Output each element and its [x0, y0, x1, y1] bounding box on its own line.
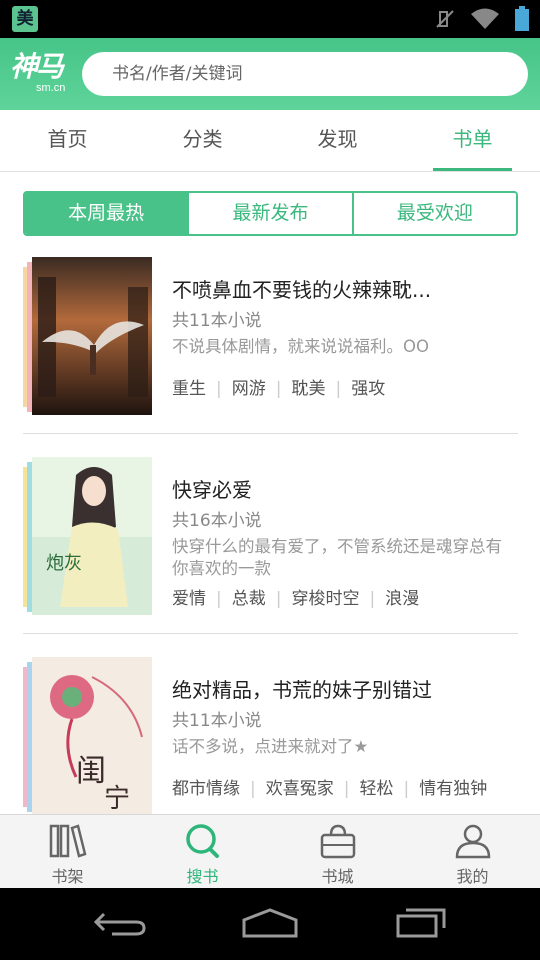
top-tabs: 首页 分类 发现 书单 — [0, 110, 540, 172]
booklist-count: 共16本小说 — [172, 511, 262, 531]
booklist-tags: 都市情缘 | 欢喜冤家 | 轻松 | 情有独钟 — [172, 779, 488, 799]
tab-booklist[interactable]: 书单 — [405, 110, 540, 171]
nav-search-label: 搜书 — [186, 867, 219, 886]
nav-mine[interactable]: 我的 — [405, 815, 540, 888]
booklist-list: 不喷鼻血不要钱的火辣辣耽... 共11本小说 不说具体剧情，就来说说福利。OO … — [0, 240, 540, 814]
app-notification-icon: 美 — [12, 6, 38, 32]
tag: 浪漫 — [385, 589, 420, 609]
search-icon — [185, 824, 219, 858]
list-item[interactable]: 不喷鼻血不要钱的火辣辣耽... 共11本小说 不说具体剧情，就来说说福利。OO … — [23, 240, 518, 440]
bookshelf-icon — [49, 824, 86, 858]
booklist-title: 不喷鼻血不要钱的火辣辣耽... — [172, 278, 432, 302]
tag: 欢喜冤家 — [265, 779, 334, 799]
shopping-bag-icon — [320, 824, 355, 859]
cover-stack: 闺 宁 — [23, 657, 153, 814]
tab-category[interactable]: 分类 — [135, 110, 270, 171]
tag: 网游 — [231, 379, 266, 399]
list-divider — [23, 633, 518, 634]
tag: 耽美 — [291, 379, 326, 399]
recent-apps-icon[interactable] — [394, 906, 450, 940]
booklist-title: 快穿必爱 — [172, 478, 252, 502]
tag: 轻松 — [359, 779, 394, 799]
status-icons — [434, 6, 530, 32]
wifi-icon — [471, 8, 499, 29]
book-cover-image — [32, 257, 152, 415]
svg-text:宁: 宁 — [104, 784, 130, 814]
bottom-nav: 书架 搜书 书城 我的 — [0, 814, 540, 888]
booklist-count: 共11本小说 — [172, 711, 262, 731]
booklist-desc: 不说具体剧情，就来说说福利。OO — [172, 337, 429, 356]
svg-text:闺: 闺 — [76, 754, 106, 789]
shenma-logo[interactable]: 神马 sm.cn — [10, 52, 72, 96]
booklist-desc: 话不多说，点进来就对了★ — [172, 737, 369, 756]
system-nav-bar — [0, 888, 540, 960]
nav-bookshelf[interactable]: 书架 — [0, 815, 135, 888]
app-header: 神马 sm.cn — [0, 38, 540, 110]
nav-bookshelf-label: 书架 — [51, 867, 84, 886]
search-input[interactable] — [112, 52, 512, 96]
tag: 都市情缘 — [172, 779, 240, 799]
vibrate-muted-icon — [436, 10, 454, 28]
home-icon[interactable] — [240, 906, 300, 940]
battery-icon — [515, 6, 529, 31]
tag: 重生 — [172, 379, 206, 399]
booklist-desc: 快穿什么的最有爱了，不管系统还是魂穿总有你喜欢的一款 — [172, 537, 502, 578]
tag: 穿梭时空 — [291, 589, 360, 609]
logo-text: 神马 — [10, 50, 64, 83]
list-divider — [23, 433, 518, 434]
cover-stack: 炮灰 — [23, 457, 153, 615]
booklist-tags: 重生 | 网游 | 耽美 | 强攻 — [172, 379, 386, 399]
back-icon[interactable] — [92, 906, 148, 940]
book-cover-image: 闺 宁 — [32, 657, 152, 814]
logo-domain: sm.cn — [36, 82, 66, 94]
list-item[interactable]: 炮灰 快穿必爱 共16本小说 快穿什么的最有爱了，不管系统还是魂穿总有你喜欢的一… — [23, 440, 518, 640]
cover-stack — [23, 257, 153, 415]
svg-text:炮灰: 炮灰 — [46, 553, 82, 574]
segment-weekly-hot[interactable]: 本周最热 — [25, 193, 188, 234]
list-item[interactable]: 闺 宁 绝对精品，书荒的妹子别错过 共11本小说 话不多说，点进来就对了★ 都市… — [23, 640, 518, 814]
tab-home[interactable]: 首页 — [0, 110, 135, 171]
segment-most-popular[interactable]: 最受欢迎 — [351, 193, 516, 234]
tab-discover[interactable]: 发现 — [270, 110, 405, 171]
nav-bookstore[interactable]: 书城 — [270, 815, 405, 888]
nav-search[interactable]: 搜书 — [135, 815, 270, 888]
status-bar: 美 — [0, 0, 540, 38]
tag: 强攻 — [351, 379, 386, 399]
tag: 总裁 — [231, 589, 266, 609]
nav-mine-label: 我的 — [456, 867, 489, 886]
tag: 爱情 — [172, 589, 206, 609]
booklist-count: 共11本小说 — [172, 311, 262, 331]
book-cover-image: 炮灰 — [32, 457, 152, 615]
tag: 情有独钟 — [419, 779, 488, 799]
segment-latest[interactable]: 最新发布 — [187, 193, 352, 234]
booklist-tags: 爱情 | 总裁 | 穿梭时空 | 浪漫 — [172, 589, 420, 609]
user-icon — [455, 824, 490, 859]
booklist-sort-segments: 本周最热 最新发布 最受欢迎 — [23, 191, 518, 236]
booklist-title: 绝对精品，书荒的妹子别错过 — [172, 678, 432, 702]
search-box[interactable] — [82, 52, 528, 96]
nav-bookstore-label: 书城 — [321, 867, 354, 886]
